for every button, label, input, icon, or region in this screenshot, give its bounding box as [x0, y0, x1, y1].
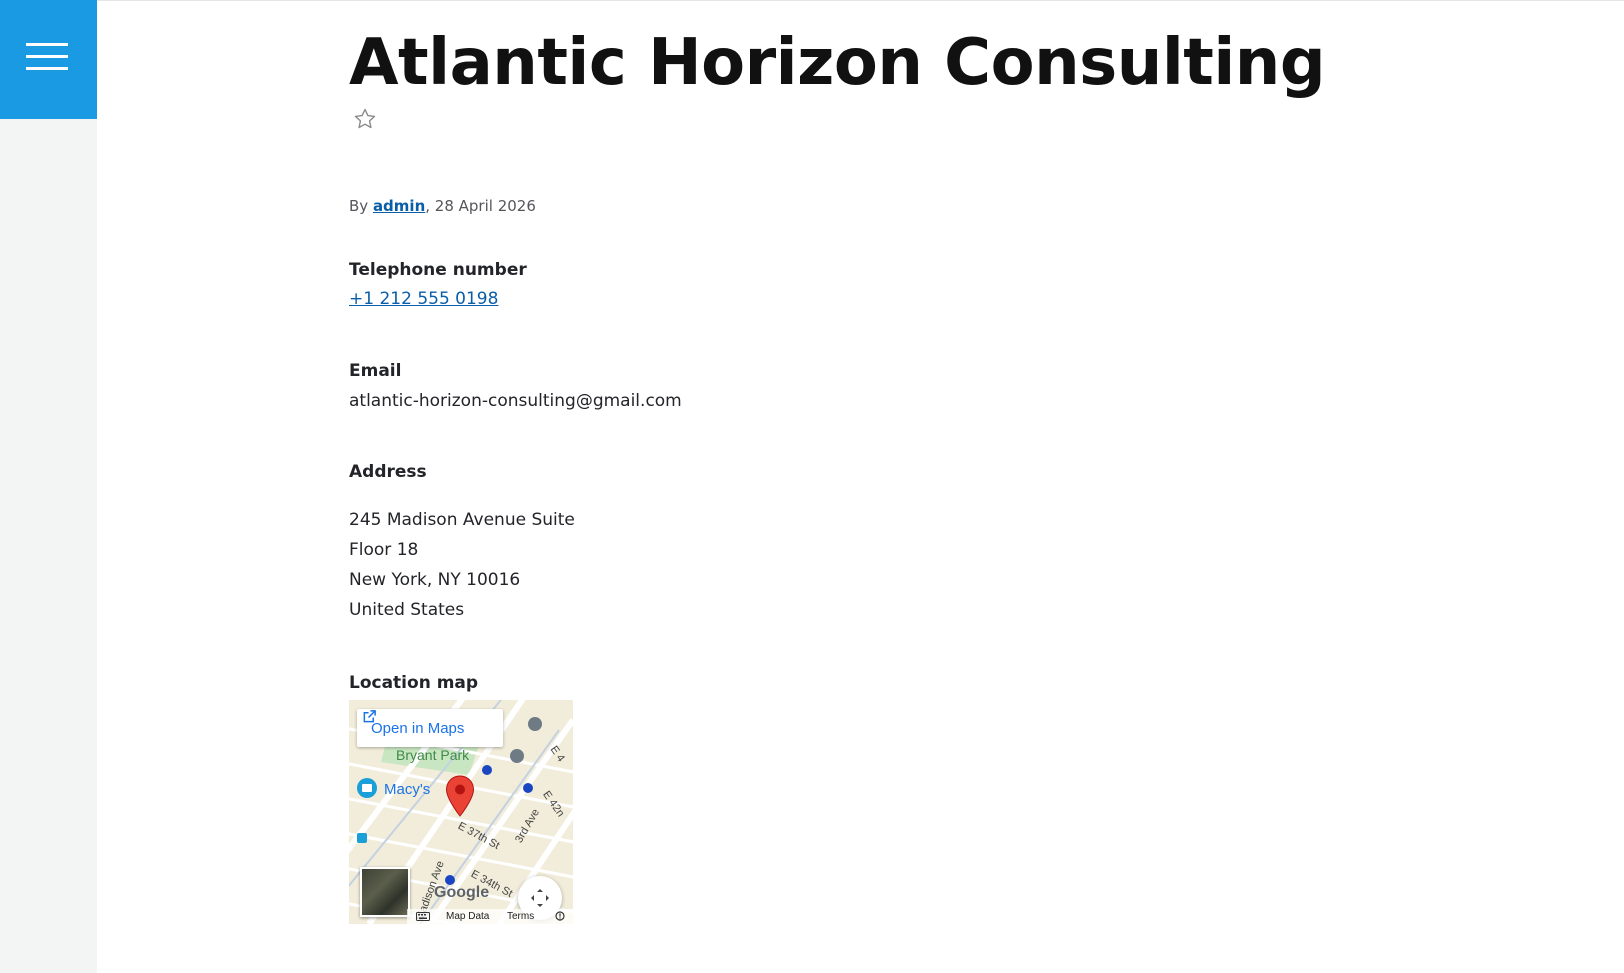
- map-place-label: Macy's: [384, 781, 431, 798]
- map-data-link[interactable]: Map Data: [446, 911, 489, 922]
- address-line: Floor 18: [349, 540, 419, 560]
- menu-button[interactable]: [0, 0, 97, 119]
- fullscreen-icon: [531, 889, 549, 907]
- address-line: United States: [349, 600, 465, 620]
- star-icon[interactable]: [353, 107, 377, 131]
- submitted-meta: By admin, 28 April 2026: [349, 197, 536, 215]
- author-link[interactable]: admin: [373, 197, 425, 215]
- map-footer: Map Data Terms: [407, 909, 573, 924]
- phone-link[interactable]: +1 212 555 0198: [349, 289, 498, 309]
- top-divider: [97, 0, 1624, 1]
- open-in-maps-button[interactable]: Open in Maps: [357, 709, 503, 747]
- google-logo: Google: [434, 884, 490, 901]
- left-rail: [0, 0, 97, 973]
- email-label: Email: [349, 361, 402, 381]
- page-title: Atlantic Horizon Consulting: [349, 26, 1326, 100]
- keyboard-icon[interactable]: [416, 912, 430, 921]
- map-label: Location map: [349, 673, 479, 693]
- external-link-icon: [363, 710, 376, 723]
- map-place-label: Bryant Park: [396, 747, 470, 763]
- terms-link[interactable]: Terms: [507, 911, 534, 922]
- location-map[interactable]: Bryant Park Macy's E 37th St 3rd Ave E 3…: [349, 700, 573, 924]
- email-value: atlantic-horizon-consulting@gmail.com: [349, 391, 682, 411]
- address-line: New York, NY 10016: [349, 570, 521, 590]
- map-pin-icon[interactable]: [445, 775, 475, 817]
- report-error-icon[interactable]: [555, 911, 565, 921]
- satellite-toggle-button[interactable]: [360, 867, 410, 917]
- address-label: Address: [349, 462, 427, 482]
- phone-label: Telephone number: [349, 260, 527, 280]
- address-line: 245 Madison Avenue Suite: [349, 510, 575, 530]
